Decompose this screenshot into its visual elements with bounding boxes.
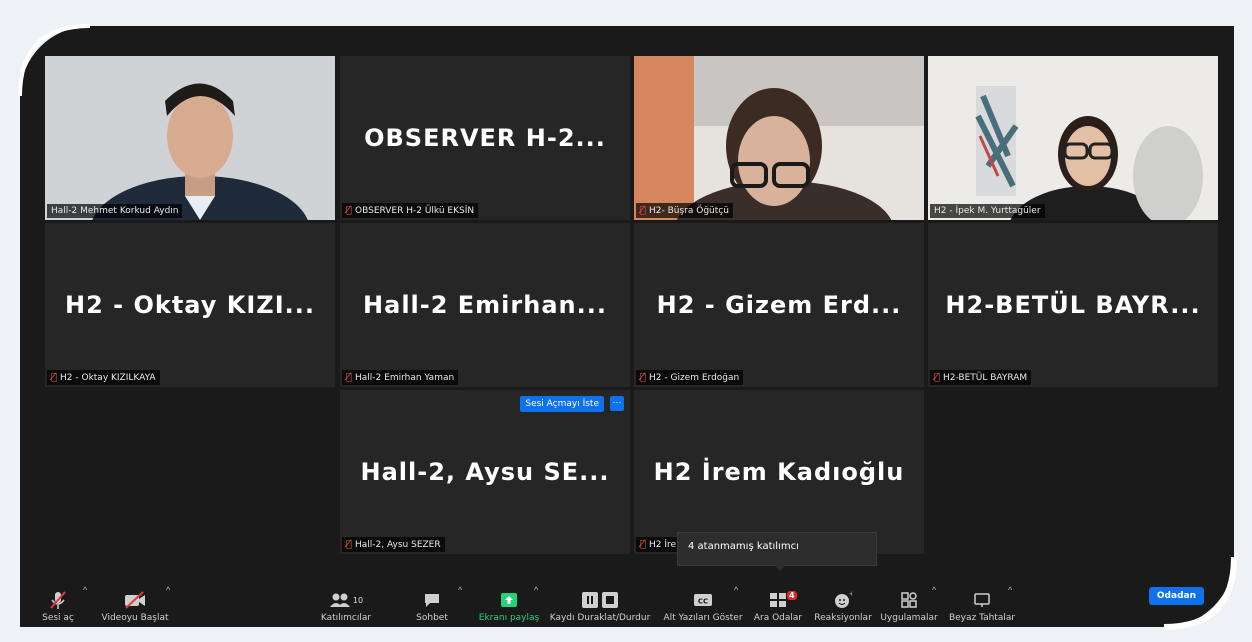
- window-frame-decoration: [18, 24, 1237, 630]
